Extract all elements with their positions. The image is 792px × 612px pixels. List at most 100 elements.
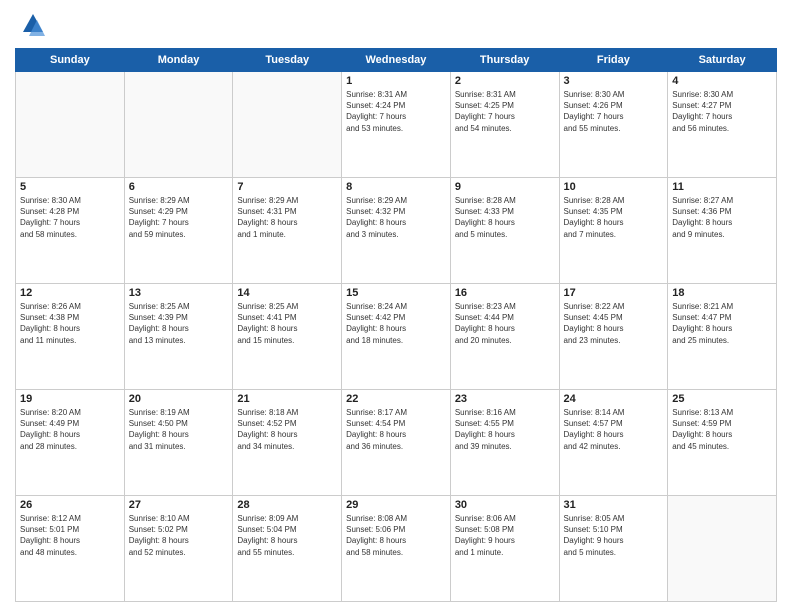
- calendar-cell: 15 Sunrise: 8:24 AM Sunset: 4:42 PM Dayli…: [342, 284, 451, 390]
- day-info: Sunrise: 8:13 AM Sunset: 4:59 PM Dayligh…: [672, 407, 772, 452]
- day-number: 18: [672, 287, 772, 299]
- day-number: 20: [129, 393, 229, 405]
- day-number: 2: [455, 75, 555, 87]
- day-number: 4: [672, 75, 772, 87]
- day-info: Sunrise: 8:19 AM Sunset: 4:50 PM Dayligh…: [129, 407, 229, 452]
- day-number: 9: [455, 181, 555, 193]
- calendar-cell: 19Sunrise: 8:20 AM Sunset: 4:49 PM Dayli…: [16, 390, 125, 496]
- calendar-cell: 23Sunrise: 8:16 AM Sunset: 4:55 PM Dayli…: [450, 390, 559, 496]
- day-number: 6: [129, 181, 229, 193]
- calendar-cell: 29 Sunrise: 8:08 AM Sunset: 5:06 PM Dayli…: [342, 496, 451, 602]
- calendar-cell: 2 Sunrise: 8:31 AM Sunset: 4:25 PM Daylig…: [450, 72, 559, 178]
- calendar-cell: 30 Sunrise: 8:06 AM Sunset: 5:08 PM Dayli…: [450, 496, 559, 602]
- day-info: Sunrise: 8:30 AM Sunset: 4:27 PM Dayligh…: [672, 89, 772, 134]
- day-number: 12: [20, 287, 120, 299]
- weekday-header-thursday: Thursday: [450, 49, 559, 72]
- calendar-week-2: 5 Sunrise: 8:30 AM Sunset: 4:28 PM Daylig…: [16, 178, 777, 284]
- day-info: Sunrise: 8:09 AM Sunset: 5:04 PM Dayligh…: [237, 513, 337, 558]
- day-number: 21: [237, 393, 337, 405]
- calendar-week-3: 12Sunrise: 8:26 AM Sunset: 4:38 PM Dayli…: [16, 284, 777, 390]
- day-number: 15: [346, 287, 446, 299]
- calendar-cell: [233, 72, 342, 178]
- calendar-cell: 27Sunrise: 8:10 AM Sunset: 5:02 PM Dayli…: [124, 496, 233, 602]
- day-info: Sunrise: 8:24 AM Sunset: 4:42 PM Dayligh…: [346, 301, 446, 346]
- calendar-cell: 14 Sunrise: 8:25 AM Sunset: 4:41 PM Dayli…: [233, 284, 342, 390]
- day-info: Sunrise: 8:18 AM Sunset: 4:52 PM Dayligh…: [237, 407, 337, 452]
- logo-icon: [15, 10, 45, 40]
- weekday-header-tuesday: Tuesday: [233, 49, 342, 72]
- calendar-cell: 22 Sunrise: 8:17 AM Sunset: 4:54 PM Dayli…: [342, 390, 451, 496]
- weekday-header-wednesday: Wednesday: [342, 49, 451, 72]
- day-info: Sunrise: 8:06 AM Sunset: 5:08 PM Dayligh…: [455, 513, 555, 558]
- calendar-cell: 1 Sunrise: 8:31 AM Sunset: 4:24 PM Daylig…: [342, 72, 451, 178]
- day-number: 8: [346, 181, 446, 193]
- day-number: 22: [346, 393, 446, 405]
- weekday-header-saturday: Saturday: [668, 49, 777, 72]
- day-info: Sunrise: 8:27 AM Sunset: 4:36 PM Dayligh…: [672, 195, 772, 240]
- day-info: Sunrise: 8:20 AM Sunset: 4:49 PM Dayligh…: [20, 407, 120, 452]
- day-info: Sunrise: 8:31 AM Sunset: 4:24 PM Dayligh…: [346, 89, 446, 134]
- calendar-cell: 3 Sunrise: 8:30 AM Sunset: 4:26 PM Daylig…: [559, 72, 668, 178]
- day-info: Sunrise: 8:05 AM Sunset: 5:10 PM Dayligh…: [564, 513, 664, 558]
- calendar-cell: 24Sunrise: 8:14 AM Sunset: 4:57 PM Dayli…: [559, 390, 668, 496]
- calendar-cell: [668, 496, 777, 602]
- calendar-week-5: 26 Sunrise: 8:12 AM Sunset: 5:01 PM Dayli…: [16, 496, 777, 602]
- day-info: Sunrise: 8:29 AM Sunset: 4:32 PM Dayligh…: [346, 195, 446, 240]
- calendar-cell: 6 Sunrise: 8:29 AM Sunset: 4:29 PM Daylig…: [124, 178, 233, 284]
- weekday-header-sunday: Sunday: [16, 49, 125, 72]
- calendar-cell: 25 Sunrise: 8:13 AM Sunset: 4:59 PM Dayli…: [668, 390, 777, 496]
- day-number: 17: [564, 287, 664, 299]
- calendar-cell: 20 Sunrise: 8:19 AM Sunset: 4:50 PM Dayli…: [124, 390, 233, 496]
- day-info: Sunrise: 8:29 AM Sunset: 4:29 PM Dayligh…: [129, 195, 229, 240]
- day-number: 31: [564, 499, 664, 511]
- calendar-week-4: 19Sunrise: 8:20 AM Sunset: 4:49 PM Dayli…: [16, 390, 777, 496]
- day-number: 26: [20, 499, 120, 511]
- calendar-table: SundayMondayTuesdayWednesdayThursdayFrid…: [15, 48, 777, 602]
- day-info: Sunrise: 8:25 AM Sunset: 4:39 PM Dayligh…: [129, 301, 229, 346]
- calendar-cell: 28Sunrise: 8:09 AM Sunset: 5:04 PM Dayli…: [233, 496, 342, 602]
- calendar-cell: 5 Sunrise: 8:30 AM Sunset: 4:28 PM Daylig…: [16, 178, 125, 284]
- day-number: 3: [564, 75, 664, 87]
- day-info: Sunrise: 8:29 AM Sunset: 4:31 PM Dayligh…: [237, 195, 337, 240]
- day-info: Sunrise: 8:17 AM Sunset: 4:54 PM Dayligh…: [346, 407, 446, 452]
- calendar-cell: 4 Sunrise: 8:30 AM Sunset: 4:27 PM Daylig…: [668, 72, 777, 178]
- calendar-cell: 10Sunrise: 8:28 AM Sunset: 4:35 PM Dayli…: [559, 178, 668, 284]
- calendar-body: 1 Sunrise: 8:31 AM Sunset: 4:24 PM Daylig…: [16, 72, 777, 602]
- day-number: 25: [672, 393, 772, 405]
- day-info: Sunrise: 8:30 AM Sunset: 4:26 PM Dayligh…: [564, 89, 664, 134]
- logo: [15, 10, 49, 40]
- calendar-header: SundayMondayTuesdayWednesdayThursdayFrid…: [16, 49, 777, 72]
- day-number: 13: [129, 287, 229, 299]
- calendar-cell: 11Sunrise: 8:27 AM Sunset: 4:36 PM Dayli…: [668, 178, 777, 284]
- calendar-cell: 7 Sunrise: 8:29 AM Sunset: 4:31 PM Daylig…: [233, 178, 342, 284]
- day-info: Sunrise: 8:12 AM Sunset: 5:01 PM Dayligh…: [20, 513, 120, 558]
- day-number: 7: [237, 181, 337, 193]
- calendar-cell: 13 Sunrise: 8:25 AM Sunset: 4:39 PM Dayli…: [124, 284, 233, 390]
- day-info: Sunrise: 8:08 AM Sunset: 5:06 PM Dayligh…: [346, 513, 446, 558]
- weekday-row: SundayMondayTuesdayWednesdayThursdayFrid…: [16, 49, 777, 72]
- day-number: 29: [346, 499, 446, 511]
- day-number: 16: [455, 287, 555, 299]
- calendar-cell: 12Sunrise: 8:26 AM Sunset: 4:38 PM Dayli…: [16, 284, 125, 390]
- day-number: 30: [455, 499, 555, 511]
- day-info: Sunrise: 8:28 AM Sunset: 4:33 PM Dayligh…: [455, 195, 555, 240]
- calendar-cell: 17 Sunrise: 8:22 AM Sunset: 4:45 PM Dayli…: [559, 284, 668, 390]
- day-number: 23: [455, 393, 555, 405]
- calendar-cell: 26 Sunrise: 8:12 AM Sunset: 5:01 PM Dayli…: [16, 496, 125, 602]
- day-info: Sunrise: 8:22 AM Sunset: 4:45 PM Dayligh…: [564, 301, 664, 346]
- calendar-cell: 8 Sunrise: 8:29 AM Sunset: 4:32 PM Daylig…: [342, 178, 451, 284]
- day-number: 14: [237, 287, 337, 299]
- weekday-header-monday: Monday: [124, 49, 233, 72]
- calendar-cell: 21 Sunrise: 8:18 AM Sunset: 4:52 PM Dayli…: [233, 390, 342, 496]
- day-info: Sunrise: 8:14 AM Sunset: 4:57 PM Dayligh…: [564, 407, 664, 452]
- day-info: Sunrise: 8:31 AM Sunset: 4:25 PM Dayligh…: [455, 89, 555, 134]
- day-number: 1: [346, 75, 446, 87]
- day-info: Sunrise: 8:30 AM Sunset: 4:28 PM Dayligh…: [20, 195, 120, 240]
- calendar-cell: [124, 72, 233, 178]
- calendar-week-1: 1 Sunrise: 8:31 AM Sunset: 4:24 PM Daylig…: [16, 72, 777, 178]
- day-number: 10: [564, 181, 664, 193]
- day-info: Sunrise: 8:25 AM Sunset: 4:41 PM Dayligh…: [237, 301, 337, 346]
- calendar-cell: 16Sunrise: 8:23 AM Sunset: 4:44 PM Dayli…: [450, 284, 559, 390]
- day-info: Sunrise: 8:10 AM Sunset: 5:02 PM Dayligh…: [129, 513, 229, 558]
- day-number: 5: [20, 181, 120, 193]
